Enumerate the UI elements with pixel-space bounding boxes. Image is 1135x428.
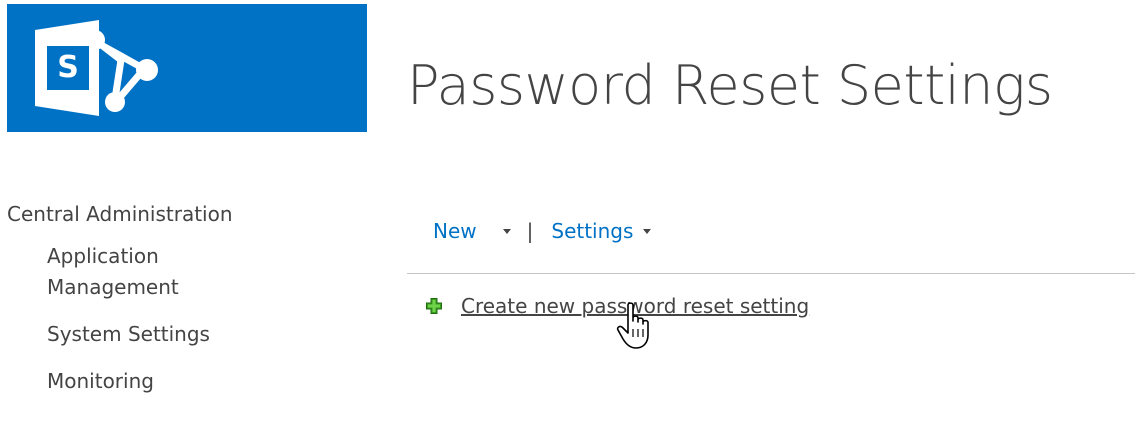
settings-dropdown-arrow-icon[interactable] (643, 228, 652, 234)
settings-menu-button[interactable]: Settings (551, 219, 633, 243)
page-title: Password Reset Settings (407, 54, 1053, 117)
new-menu-button[interactable]: New (433, 219, 477, 243)
page-root: S Password Reset Settings Central Admini… (0, 0, 1135, 428)
nav-monitoring[interactable]: Monitoring (47, 366, 277, 397)
logo-letter: S (57, 50, 79, 85)
quick-launch-nav: Central Administration Application Manag… (7, 199, 307, 397)
new-dropdown-arrow-icon[interactable] (502, 228, 511, 234)
nav-system-settings[interactable]: System Settings (47, 319, 277, 350)
hand-pointer-icon (616, 302, 649, 349)
nav-application-management[interactable]: Application Management (47, 241, 277, 303)
plus-icon[interactable] (426, 298, 442, 314)
nav-central-administration[interactable]: Central Administration (7, 199, 307, 229)
toolbar-divider (407, 273, 1135, 274)
toolbar-separator: | (526, 219, 534, 243)
sharepoint-logo[interactable]: S (7, 4, 367, 132)
list-toolbar: New | Settings (433, 216, 652, 246)
